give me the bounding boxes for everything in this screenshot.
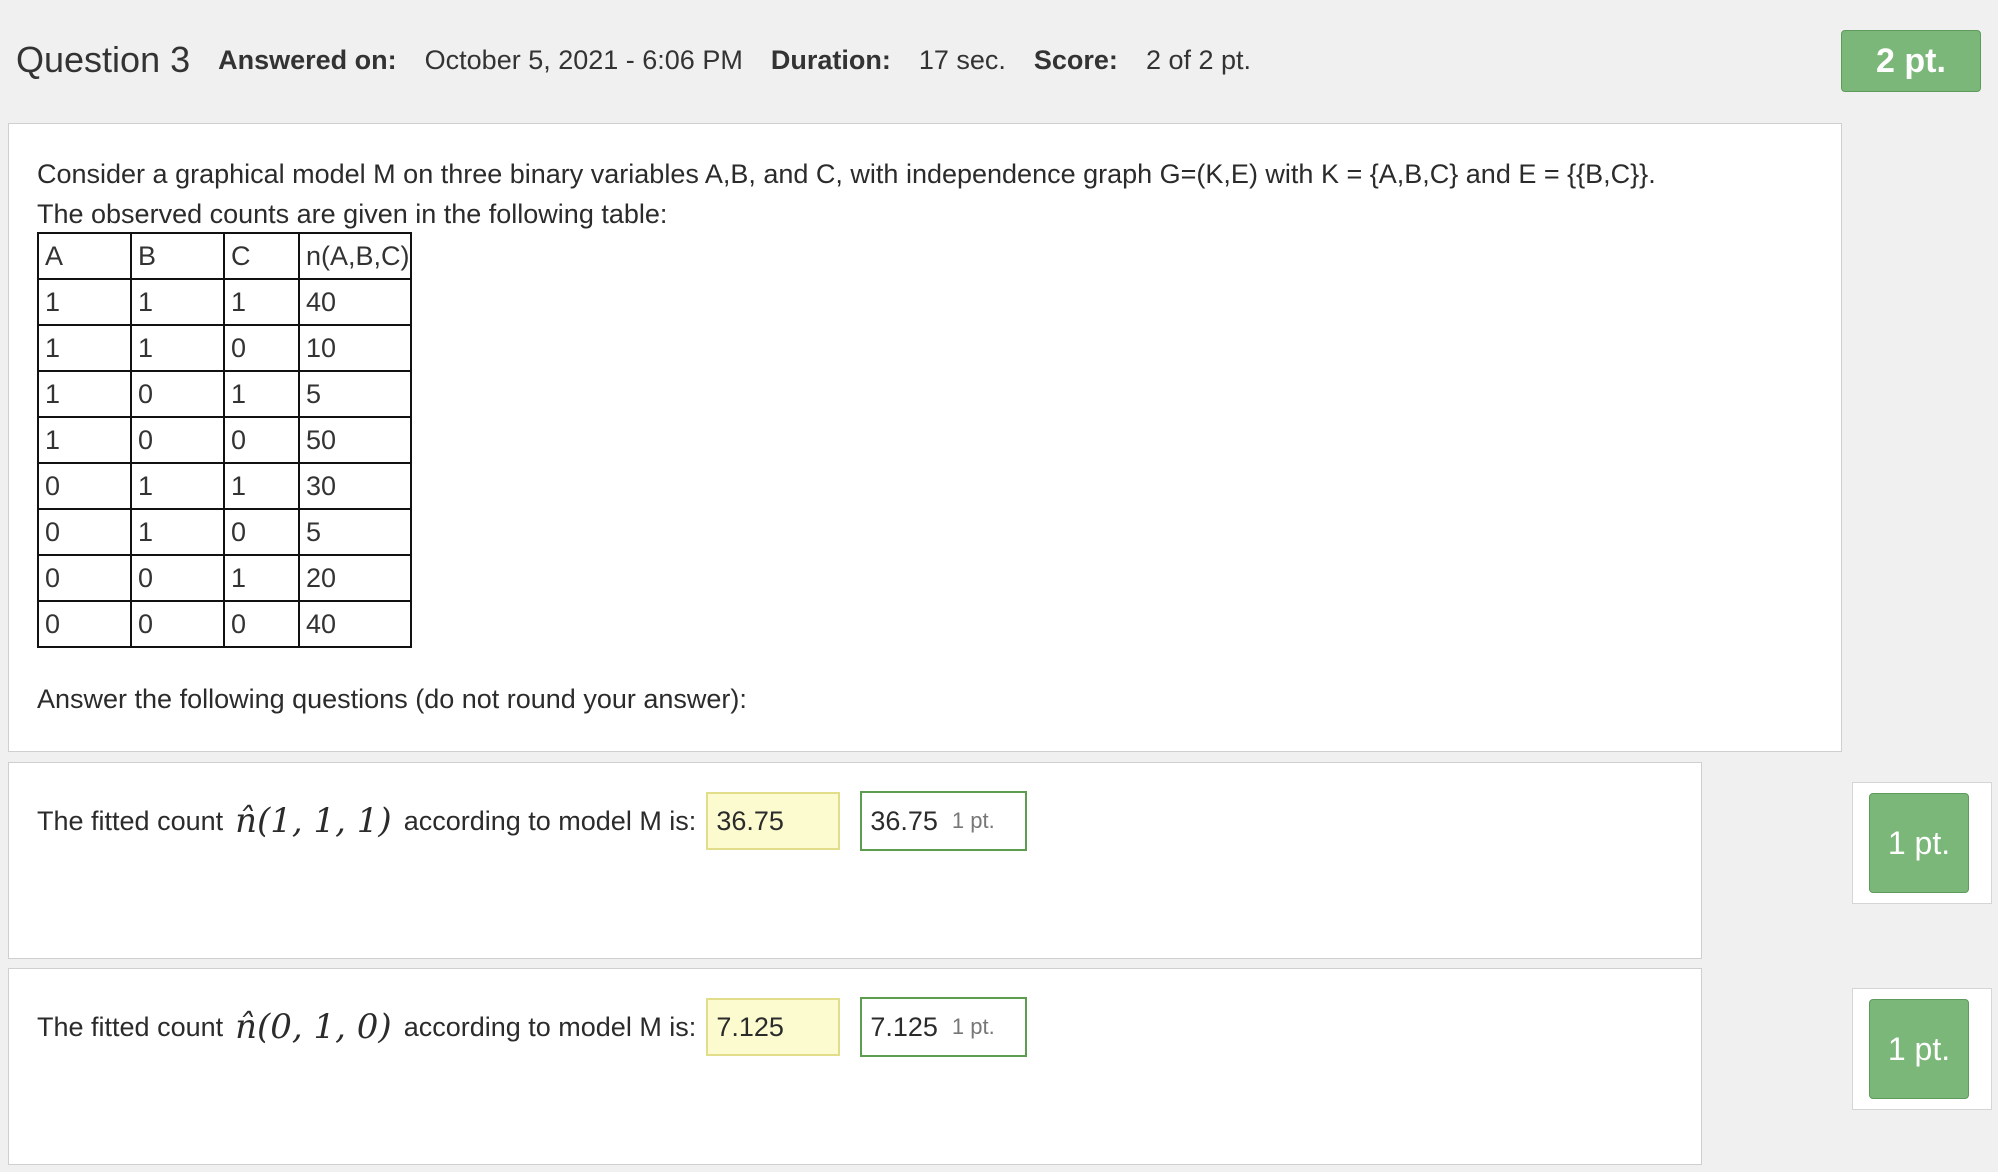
header-cell: B [130,232,225,280]
table-row: 1 0 0 50 [37,416,412,464]
score-label: Score: [1033,44,1118,75]
table-cell: 1 [37,324,132,372]
table-cell: 0 [223,508,300,556]
header-cell: A [37,232,132,280]
fitted-count-formula: n̂(0, 1, 0) [235,1007,392,1047]
question-panel: Consider a graphical model M on three bi… [8,123,1842,752]
table-cell: 30 [298,462,412,510]
table-cell: 5 [298,508,412,556]
table-cell: 40 [298,278,412,326]
subquestion-prefix: The fitted count [37,805,224,836]
table-cell: 5 [298,370,412,418]
table-cell: 1 [223,370,300,418]
table-cell: 0 [37,600,132,648]
table-row: 1 1 0 10 [37,324,412,372]
correct-answer-value: 36.75 [870,805,938,836]
question-title: Question 3 [16,39,191,80]
table-cell: 40 [298,600,412,648]
table-cell: 0 [130,370,225,418]
table-cell: 10 [298,324,412,372]
table-cell: 1 [37,370,132,418]
table-cell: 1 [130,508,225,556]
question-line-1: Consider a graphical model M on three bi… [37,159,1656,189]
subquestion-score-badge: 1 pt. [1869,793,1969,893]
correct-answer-points: 1 pt. [951,808,995,833]
duration-label: Duration: [770,44,891,75]
table-cell: 1 [37,278,132,326]
table-cell: 20 [298,554,412,602]
correct-answer-value: 7.125 [870,1011,938,1042]
table-cell: 0 [37,508,132,556]
counts-table: A B C n(A,B,C) 1 1 1 40 1 1 0 10 1 0 1 5… [37,232,412,648]
question-header: Question 3 Answered on: October 5, 2021 … [16,30,1536,90]
answer-instruction: Answer the following questions (do not r… [37,684,747,714]
total-score-badge: 2 pt. [1841,30,1981,92]
table-cell: 0 [223,416,300,464]
table-cell: 0 [37,462,132,510]
subquestion-row: The fitted count n̂(0, 1, 0) according t… [37,997,1028,1057]
table-header-row: A B C n(A,B,C) [37,232,412,280]
table-cell: 0 [130,554,225,602]
table-cell: 0 [37,554,132,602]
table-row: 0 0 1 20 [37,554,412,602]
table-cell: 1 [130,462,225,510]
table-cell: 0 [223,324,300,372]
table-cell: 1 [37,416,132,464]
subquestion-prefix: The fitted count [37,1011,224,1042]
table-cell: 0 [223,600,300,648]
table-row: 0 0 0 40 [37,600,412,648]
subquestion-suffix: according to model M is: [403,805,697,836]
header-cell: C [223,232,300,280]
table-cell: 1 [223,278,300,326]
answered-on-label: Answered on: [218,44,397,75]
subquestion-row: The fitted count n̂(1, 1, 1) according t… [37,791,1028,851]
table-cell: 1 [223,462,300,510]
table-cell: 1 [223,554,300,602]
answer-input[interactable]: 7.125 [706,998,841,1056]
score-value: 2 of 2 pt. [1145,44,1252,75]
fitted-count-formula: n̂(1, 1, 1) [235,801,392,841]
question-line-2: The observed counts are given in the fol… [37,199,668,229]
subquestion-score-panel-2: 1 pt. [1852,988,1992,1110]
table-cell: 1 [130,278,225,326]
subquestion-panel-2: The fitted count n̂(0, 1, 0) according t… [8,968,1702,1165]
table-cell: 1 [130,324,225,372]
subquestion-suffix: according to model M is: [403,1011,697,1042]
table-row: 1 1 1 40 [37,278,412,326]
answer-input[interactable]: 36.75 [706,792,841,850]
answered-on-value: October 5, 2021 - 6:06 PM [424,44,743,75]
subquestion-score-badge: 1 pt. [1869,999,1969,1099]
correct-answer-box: 36.75 1 pt. [860,791,1028,851]
table-row: 0 1 1 30 [37,462,412,510]
question-text: Consider a graphical model M on three bi… [37,154,1656,234]
correct-answer-points: 1 pt. [951,1014,995,1039]
table-row: 0 1 0 5 [37,508,412,556]
duration-value: 17 sec. [918,44,1006,75]
table-cell: 0 [130,600,225,648]
table-cell: 50 [298,416,412,464]
table-row: 1 0 1 5 [37,370,412,418]
correct-answer-box: 7.125 1 pt. [860,997,1028,1057]
header-cell: n(A,B,C) [298,232,412,280]
table-cell: 0 [130,416,225,464]
subquestion-panel-1: The fitted count n̂(1, 1, 1) according t… [8,762,1702,959]
subquestion-score-panel-1: 1 pt. [1852,782,1992,904]
